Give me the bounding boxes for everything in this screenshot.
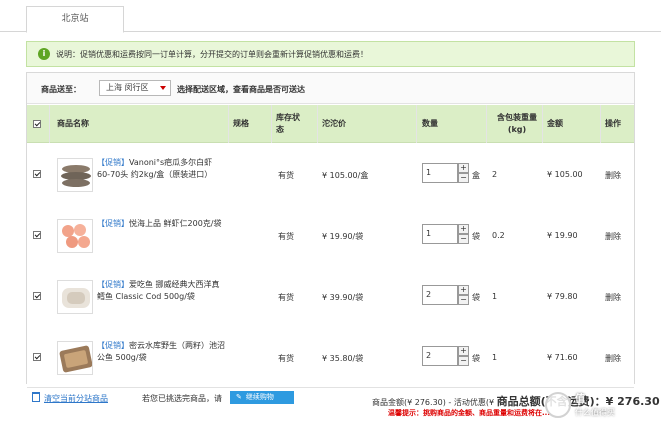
decrement-button[interactable]: − [458,173,469,183]
continue-shopping-label: 继续购物 [245,393,274,401]
tab-beijing-station[interactable]: 北京站 [26,6,124,33]
row-checkbox[interactable] [33,353,41,361]
notice-text: 说明：促销优惠和运费按同一订单计算，分开提交的订单则会重新计算促销优惠和运费！ [56,50,368,59]
col-weight: 含包装重量(kg) [497,113,537,134]
delete-link[interactable]: 删除 [605,231,621,242]
promo-tag: 【促销】 [97,158,129,167]
product-name-link[interactable]: 【促销】悦海上品 鲜虾仁200克/袋 [97,218,225,230]
watermark-zhi: 值 [575,394,585,405]
product-image[interactable] [57,219,93,253]
summary-prefix: 商品金额(¥ 276.30) - 活动优惠(¥ [372,398,495,407]
cart-table: 商品送至： 上海 闵行区 选择配送区域，查看商品是否可送达 商品名称 规格 库存… [26,72,635,388]
line-amount: ¥ 79.80 [547,292,578,301]
increment-button[interactable]: + [458,285,469,295]
increment-button[interactable]: + [458,224,469,234]
quantity-stepper: + − [458,163,469,183]
select-all-cell [33,105,41,143]
region-value: 上海 闵行区 [106,83,149,92]
table-row: 【促销】Vanoni°s疤瓜多尔白虾60-70头 约2kg/盒（原装进口） 有货… [27,143,634,205]
product-image[interactable] [57,158,93,192]
stock-status: 有货 [278,354,294,363]
unit-price: ¥ 105.00/盒 [322,171,369,180]
unit-price: ¥ 35.80/袋 [322,354,364,363]
notice-banner: i 说明：促销优惠和运费按同一订单计算，分开提交的订单则会重新计算促销优惠和运费… [26,41,635,67]
shipping-hint: 选择配送区域，查看商品是否可送达 [177,85,305,94]
col-name: 商品名称 [57,119,89,128]
unit-price: ¥ 19.90/袋 [322,232,364,241]
increment-button[interactable]: + [458,346,469,356]
info-icon: i [38,48,50,60]
quantity-input[interactable]: 1 [422,163,458,183]
decrement-button[interactable]: − [458,234,469,244]
delete-link[interactable]: 删除 [605,353,621,364]
quantity-stepper: + − [458,285,469,305]
package-weight: 0.2 [492,231,505,240]
row-checkbox[interactable] [33,170,41,178]
trash-icon [32,392,40,402]
product-image[interactable] [57,280,93,314]
line-amount: ¥ 71.60 [547,353,578,362]
quantity-unit: 袋 [472,354,480,363]
quantity-unit: 盒 [472,171,480,180]
quantity-unit: 袋 [472,293,480,302]
row-checkbox[interactable] [33,292,41,300]
continue-shopping-button[interactable]: ✎ 继续购物 [230,391,294,404]
unit-price: ¥ 39.90/袋 [322,293,364,302]
delete-link[interactable]: 删除 [605,292,621,303]
col-price: 沱沱价 [322,119,346,128]
stock-status: 有货 [278,232,294,241]
stock-status: 有货 [278,293,294,302]
pencil-icon: ✎ [236,393,242,401]
decrement-button[interactable]: − [458,356,469,366]
product-name-link[interactable]: 【促销】密云水库野生（两籽）池沼公鱼 500g/袋 [97,340,225,364]
product-name-link[interactable]: 【促销】爱吃鱼 挪威经典大西洋真鳕鱼 Classic Cod 500g/袋 [97,279,225,303]
line-amount: ¥ 105.00 [547,170,583,179]
quantity-input[interactable]: 2 [422,346,458,366]
quantity-input[interactable]: 2 [422,285,458,305]
decrement-button[interactable]: − [458,295,469,305]
package-weight: 1 [492,353,498,362]
quantity-stepper: + − [458,224,469,244]
stock-status: 有货 [278,171,294,180]
package-weight: 1 [492,292,498,301]
after-selection-text: 若您已挑选完商品，请 [142,394,222,403]
line-amount: ¥ 19.90 [547,231,578,240]
table-row: 【促销】密云水库野生（两籽）池沼公鱼 500g/袋 有货 ¥ 35.80/袋 2… [27,326,634,388]
increment-button[interactable]: + [458,163,469,173]
chevron-down-icon [160,86,166,90]
shipping-label: 商品送至： [41,85,81,94]
promo-tag: 【促销】 [97,280,129,289]
quantity-stepper: + − [458,346,469,366]
row-checkbox[interactable] [33,231,41,239]
col-amount: 金额 [547,119,563,128]
station-tab-bar: 北京站 [0,0,661,33]
warm-tip: 温馨提示：挑购商品的金额、商品重量和运费将在... [388,409,550,417]
product-name: 悦海上品 鲜虾仁200克/袋 [129,219,222,228]
promo-tag: 【促销】 [97,341,129,350]
col-action: 操作 [605,119,621,128]
watermark: 值 什么值得买 [545,388,661,422]
clear-station-cart-link[interactable]: 清空当前分站商品 [44,393,108,404]
watermark-logo [545,392,571,418]
cart-footer: 清空当前分站商品 若您已挑选完商品，请 ✎ 继续购物 商品金额(¥ 276.30)… [26,384,660,434]
table-row: 【促销】爱吃鱼 挪威经典大西洋真鳕鱼 Classic Cod 500g/袋 有货… [27,265,634,327]
watermark-text: 什么值得买 [575,408,615,417]
product-image[interactable] [57,341,93,375]
col-spec: 规格 [233,119,249,128]
table-row: 【促销】悦海上品 鲜虾仁200克/袋 有货 ¥ 19.90/袋 1 + − 袋 … [27,204,634,266]
select-all-checkbox[interactable] [33,120,41,128]
region-select[interactable]: 上海 闵行区 [99,80,171,96]
product-name-link[interactable]: 【促销】Vanoni°s疤瓜多尔白虾60-70头 约2kg/盒（原装进口） [97,157,225,181]
promo-tag: 【促销】 [97,219,129,228]
col-stock: 库存状态 [276,113,300,134]
quantity-input[interactable]: 1 [422,224,458,244]
col-qty: 数量 [422,119,438,128]
package-weight: 2 [492,170,498,179]
shipping-bar: 商品送至： 上海 闵行区 选择配送区域，查看商品是否可送达 [27,73,634,104]
quantity-unit: 袋 [472,232,480,241]
delete-link[interactable]: 删除 [605,170,621,181]
